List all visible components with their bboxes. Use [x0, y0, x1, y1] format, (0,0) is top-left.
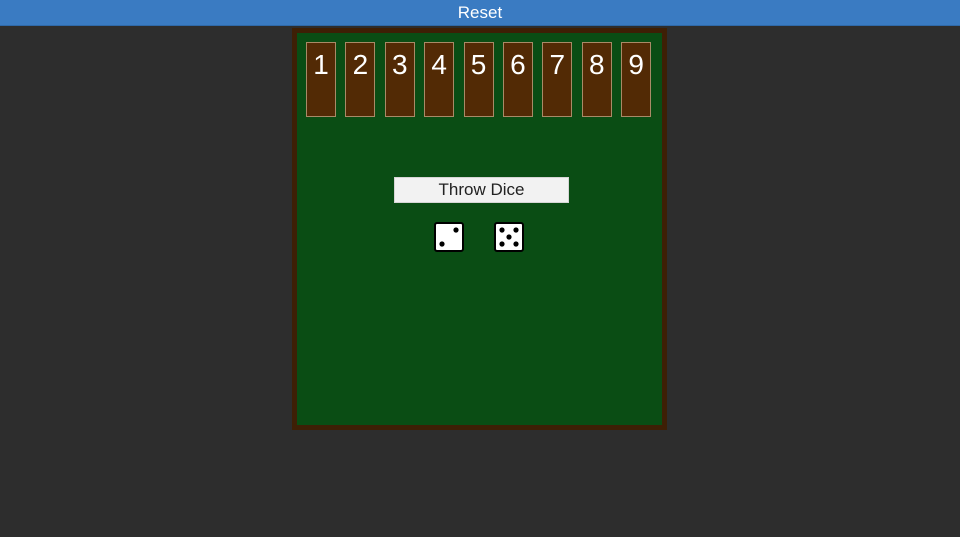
die-pip [513, 241, 519, 247]
die-pip [506, 234, 512, 240]
tile-row: 1 2 3 4 5 6 7 8 9 [306, 42, 661, 117]
tile-2[interactable]: 2 [345, 42, 376, 117]
die-pip [499, 227, 505, 233]
reset-button-label: Reset [457, 2, 503, 22]
reset-button[interactable]: Reset [0, 0, 960, 26]
die-1 [434, 222, 464, 252]
tile-5[interactable]: 5 [463, 42, 494, 117]
tile-1[interactable]: 1 [306, 42, 336, 117]
game-board: 1 2 3 4 5 6 7 8 9 Throw Dice [292, 28, 667, 430]
tile-6[interactable]: 6 [502, 42, 533, 117]
tile-4[interactable]: 4 [424, 42, 455, 117]
throw-dice-button[interactable]: Throw Dice [394, 177, 569, 203]
tile-7[interactable]: 7 [542, 42, 573, 117]
tile-9[interactable]: 9 [621, 42, 652, 117]
die-pip [439, 241, 445, 247]
die-pip [453, 227, 459, 233]
die-pip [513, 227, 519, 233]
tile-3[interactable]: 3 [384, 42, 415, 117]
die-2 [494, 222, 524, 252]
tile-8[interactable]: 8 [581, 42, 612, 117]
die-face [434, 222, 464, 252]
die-pip [499, 241, 505, 247]
